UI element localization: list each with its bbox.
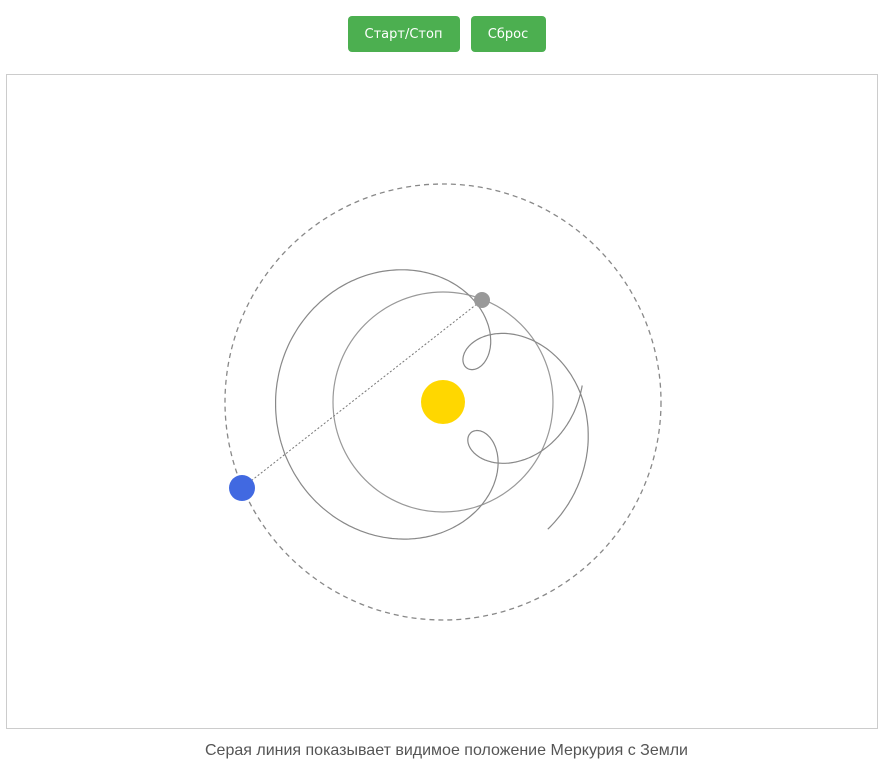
sun (421, 380, 465, 424)
earth (229, 475, 255, 501)
mercury (474, 292, 490, 308)
reset-button[interactable]: Сброс (470, 16, 546, 52)
simulation-canvas (6, 74, 878, 729)
orbit-svg (224, 183, 662, 621)
toolbar: Старт/Стоп Сброс (0, 16, 893, 52)
start-stop-button[interactable]: Старт/Стоп (347, 16, 460, 52)
caption-text: Серая линия показывает видимое положение… (205, 742, 688, 759)
